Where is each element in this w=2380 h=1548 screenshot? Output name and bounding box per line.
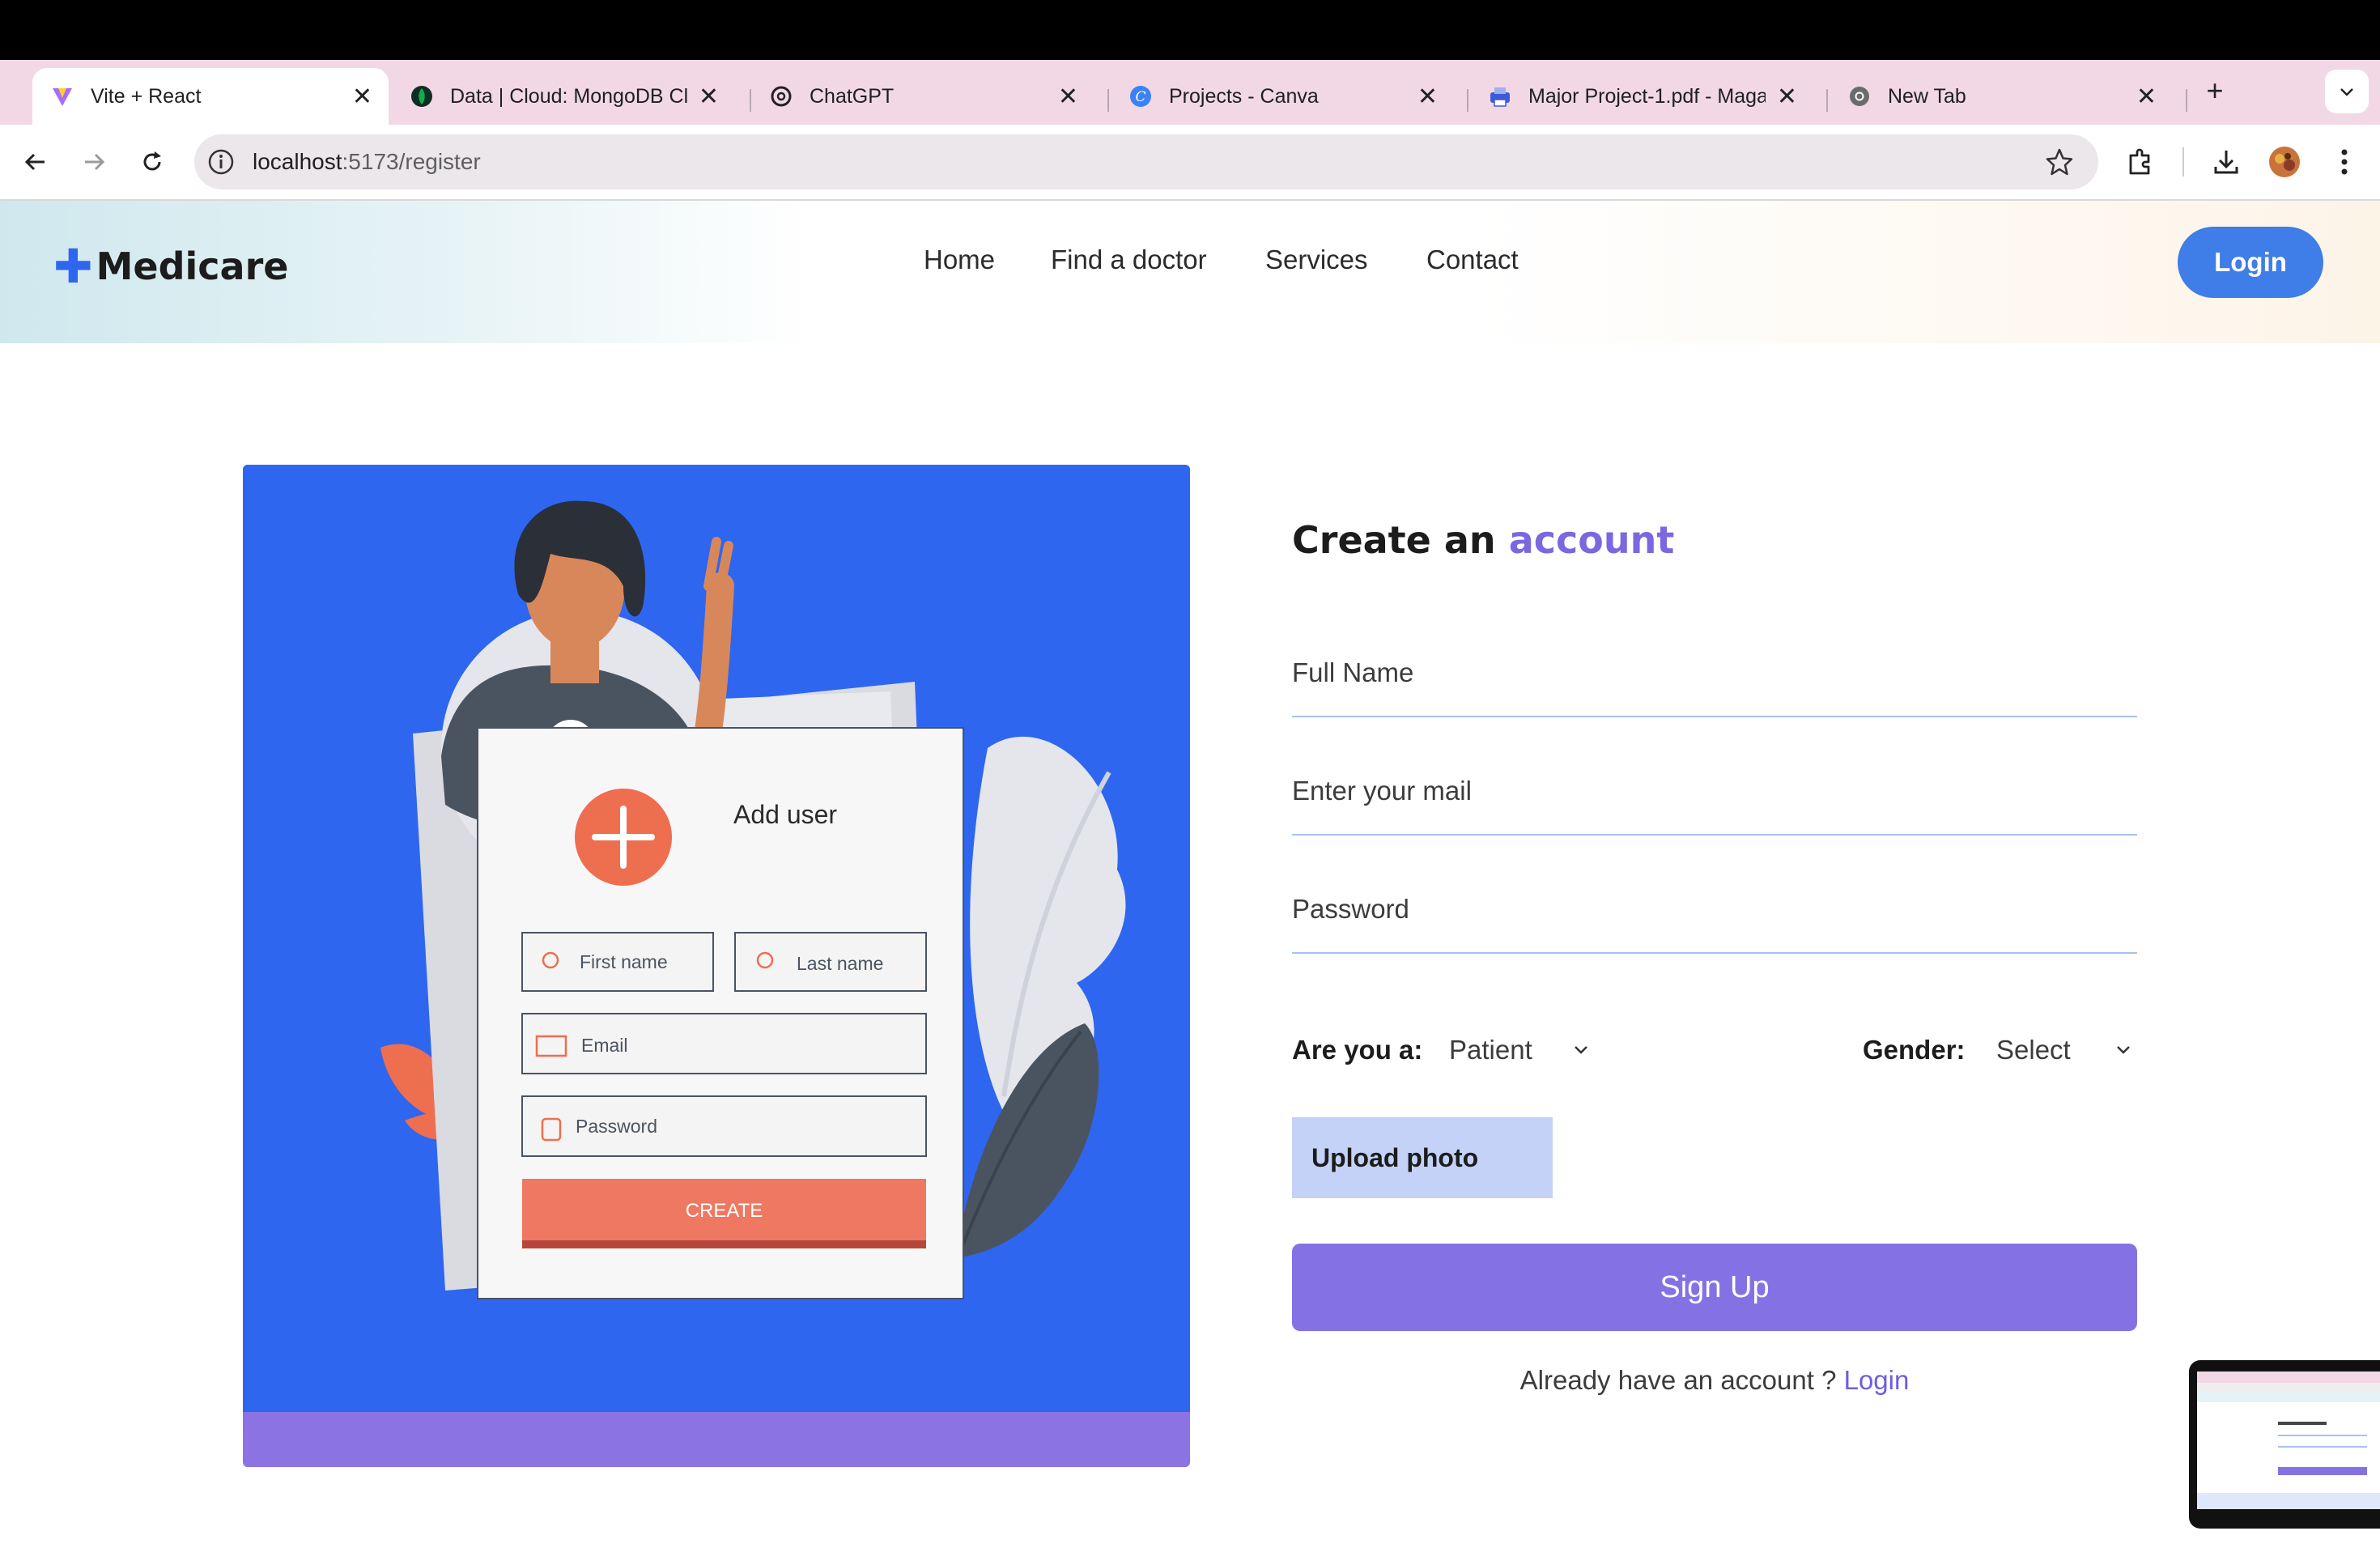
tab-search-button[interactable] xyxy=(2325,70,2369,113)
logo-text: Medicare xyxy=(96,245,289,288)
full-name-placeholder: Full Name xyxy=(1292,657,1414,687)
password-placeholder: Password xyxy=(1292,894,1409,924)
close-icon[interactable]: ✕ xyxy=(2136,83,2157,111)
chrome-icon xyxy=(1847,84,1872,108)
new-tab-button[interactable]: + xyxy=(2199,74,2231,107)
tab-label: ChatGPT xyxy=(810,84,895,108)
already-have-account: Already have an account ? Login xyxy=(1292,1365,2137,1396)
toolbar-separator xyxy=(2182,147,2184,176)
form-title-prefix: Create an xyxy=(1292,518,1496,562)
illustration-first-name: First name xyxy=(580,951,668,972)
browser-tab-strip: Vite + React ✕ Data | Cloud: MongoDB Clo… xyxy=(0,60,2380,125)
info-icon xyxy=(208,149,234,175)
illustration-card-title: Add user xyxy=(733,800,838,829)
tab-label: New Tab xyxy=(1888,84,1966,108)
illustration-email: Email xyxy=(581,1035,628,1056)
browser-toolbar: localhost:5173/register xyxy=(0,125,2380,199)
tab-major-project-pdf[interactable]: Major Project-1.pdf - Magazine ✕ xyxy=(1470,68,1813,125)
medical-plus-icon: ✚ xyxy=(53,239,93,294)
mongodb-leaf-icon xyxy=(410,84,434,108)
nav-home[interactable]: Home xyxy=(924,245,995,275)
illustration-background: Add user First name Last name Email Pass… xyxy=(243,465,1190,1412)
full-name-input[interactable]: Full Name xyxy=(1292,636,2137,717)
site-logo[interactable]: ✚ Medicare xyxy=(53,243,288,290)
tab-vite-react[interactable]: Vite + React ✕ xyxy=(32,68,389,125)
screenshot-thumbnail[interactable] xyxy=(2189,1360,2380,1529)
avatar-icon xyxy=(2269,147,2300,177)
register-form: Create an account Full Name Enter your m… xyxy=(1292,518,2137,1395)
tab-chatgpt[interactable]: ChatGPT ✕ xyxy=(751,68,1094,125)
tab-label: Projects - Canva xyxy=(1169,84,1319,108)
illustration-create-button: CREATE xyxy=(685,1200,763,1222)
address-bar[interactable]: localhost:5173/register xyxy=(194,134,2098,189)
more-vert-icon xyxy=(2341,149,2348,175)
url-host: localhost xyxy=(253,149,342,174)
extensions-button[interactable] xyxy=(2121,142,2160,181)
system-top-bar xyxy=(0,0,2380,60)
thumbnail-image xyxy=(2197,1372,2380,1509)
reload-button[interactable] xyxy=(133,142,172,181)
site-header: ✚ Medicare Home Find a doctor Services C… xyxy=(0,201,2380,343)
reload-icon xyxy=(143,151,161,171)
tab-label: Vite + React xyxy=(91,84,202,108)
role-select[interactable]: Patient xyxy=(1449,1035,1532,1065)
canva-icon: C xyxy=(1128,84,1153,108)
form-title-accent: account xyxy=(1508,518,1675,562)
illustration-last-name: Last name xyxy=(797,953,884,974)
vite-icon xyxy=(50,84,74,108)
close-icon[interactable]: ✕ xyxy=(1417,83,1438,111)
downloads-button[interactable] xyxy=(2207,142,2246,181)
profile-avatar[interactable] xyxy=(2265,142,2304,181)
password-input[interactable]: Password xyxy=(1292,873,2137,954)
puzzle-icon xyxy=(2129,148,2150,175)
upload-photo-button[interactable]: Upload photo xyxy=(1292,1117,1553,1198)
login-link[interactable]: Login xyxy=(1844,1365,1910,1395)
tab-label: Major Project-1.pdf - Magazine xyxy=(1528,84,1766,108)
header-login-button[interactable]: Login xyxy=(2178,227,2323,298)
url-path: :5173/register xyxy=(342,149,481,174)
illustration-password: Password xyxy=(576,1116,657,1137)
close-icon[interactable]: ✕ xyxy=(1777,83,1797,111)
nav-contact[interactable]: Contact xyxy=(1426,245,1519,275)
chevron-down-icon xyxy=(2340,88,2353,96)
tab-new-tab[interactable]: New Tab ✕ xyxy=(1830,68,2173,125)
role-label: Are you a: xyxy=(1292,1035,1423,1065)
signup-illustration-panel: Add user First name Last name Email Pass… xyxy=(243,465,1190,1467)
tab-label: Data | Cloud: MongoDB Cloud xyxy=(450,84,687,108)
tab-mongodb[interactable]: Data | Cloud: MongoDB Cloud ✕ xyxy=(392,68,735,125)
add-user-illustration xyxy=(380,500,1126,1299)
gender-label: Gender: xyxy=(1863,1035,1966,1065)
chatgpt-icon xyxy=(769,84,793,108)
tab-separator xyxy=(1107,89,1109,112)
tab-canva[interactable]: C Projects - Canva ✕ xyxy=(1111,68,1454,125)
close-icon[interactable]: ✕ xyxy=(352,83,372,111)
nav-find-a-doctor[interactable]: Find a doctor xyxy=(1051,245,1207,275)
arrow-left-icon xyxy=(24,153,45,171)
role-gender-row: Are you a: Patient Gender: Select xyxy=(1292,1027,2137,1075)
tab-separator xyxy=(1467,89,1468,112)
chevron-down-icon[interactable] xyxy=(2111,1038,2136,1062)
chrome-menu-button[interactable] xyxy=(2325,142,2364,181)
close-icon[interactable]: ✕ xyxy=(1058,83,1078,111)
svg-text:C: C xyxy=(1135,89,1145,105)
tab-separator xyxy=(1826,89,1828,112)
form-title: Create an account xyxy=(1292,518,2137,562)
tab-separator xyxy=(2186,89,2187,112)
already-text: Already have an account ? xyxy=(1519,1365,1837,1395)
forward-button[interactable] xyxy=(74,142,113,181)
gender-select[interactable]: Select xyxy=(1996,1035,2071,1065)
chevron-down-icon[interactable] xyxy=(1569,1038,1593,1062)
email-placeholder: Enter your mail xyxy=(1292,776,1472,806)
printer-icon xyxy=(1488,84,1512,108)
download-icon xyxy=(2214,151,2238,174)
thumbnail-preview xyxy=(2197,1372,2380,1509)
email-input[interactable]: Enter your mail xyxy=(1292,755,2137,836)
star-icon[interactable] xyxy=(2045,147,2074,176)
nav-services[interactable]: Services xyxy=(1265,245,1368,275)
sign-up-button[interactable]: Sign Up xyxy=(1292,1244,2137,1331)
close-icon[interactable]: ✕ xyxy=(699,83,719,111)
arrow-right-icon xyxy=(85,153,105,171)
back-button[interactable] xyxy=(16,142,55,181)
